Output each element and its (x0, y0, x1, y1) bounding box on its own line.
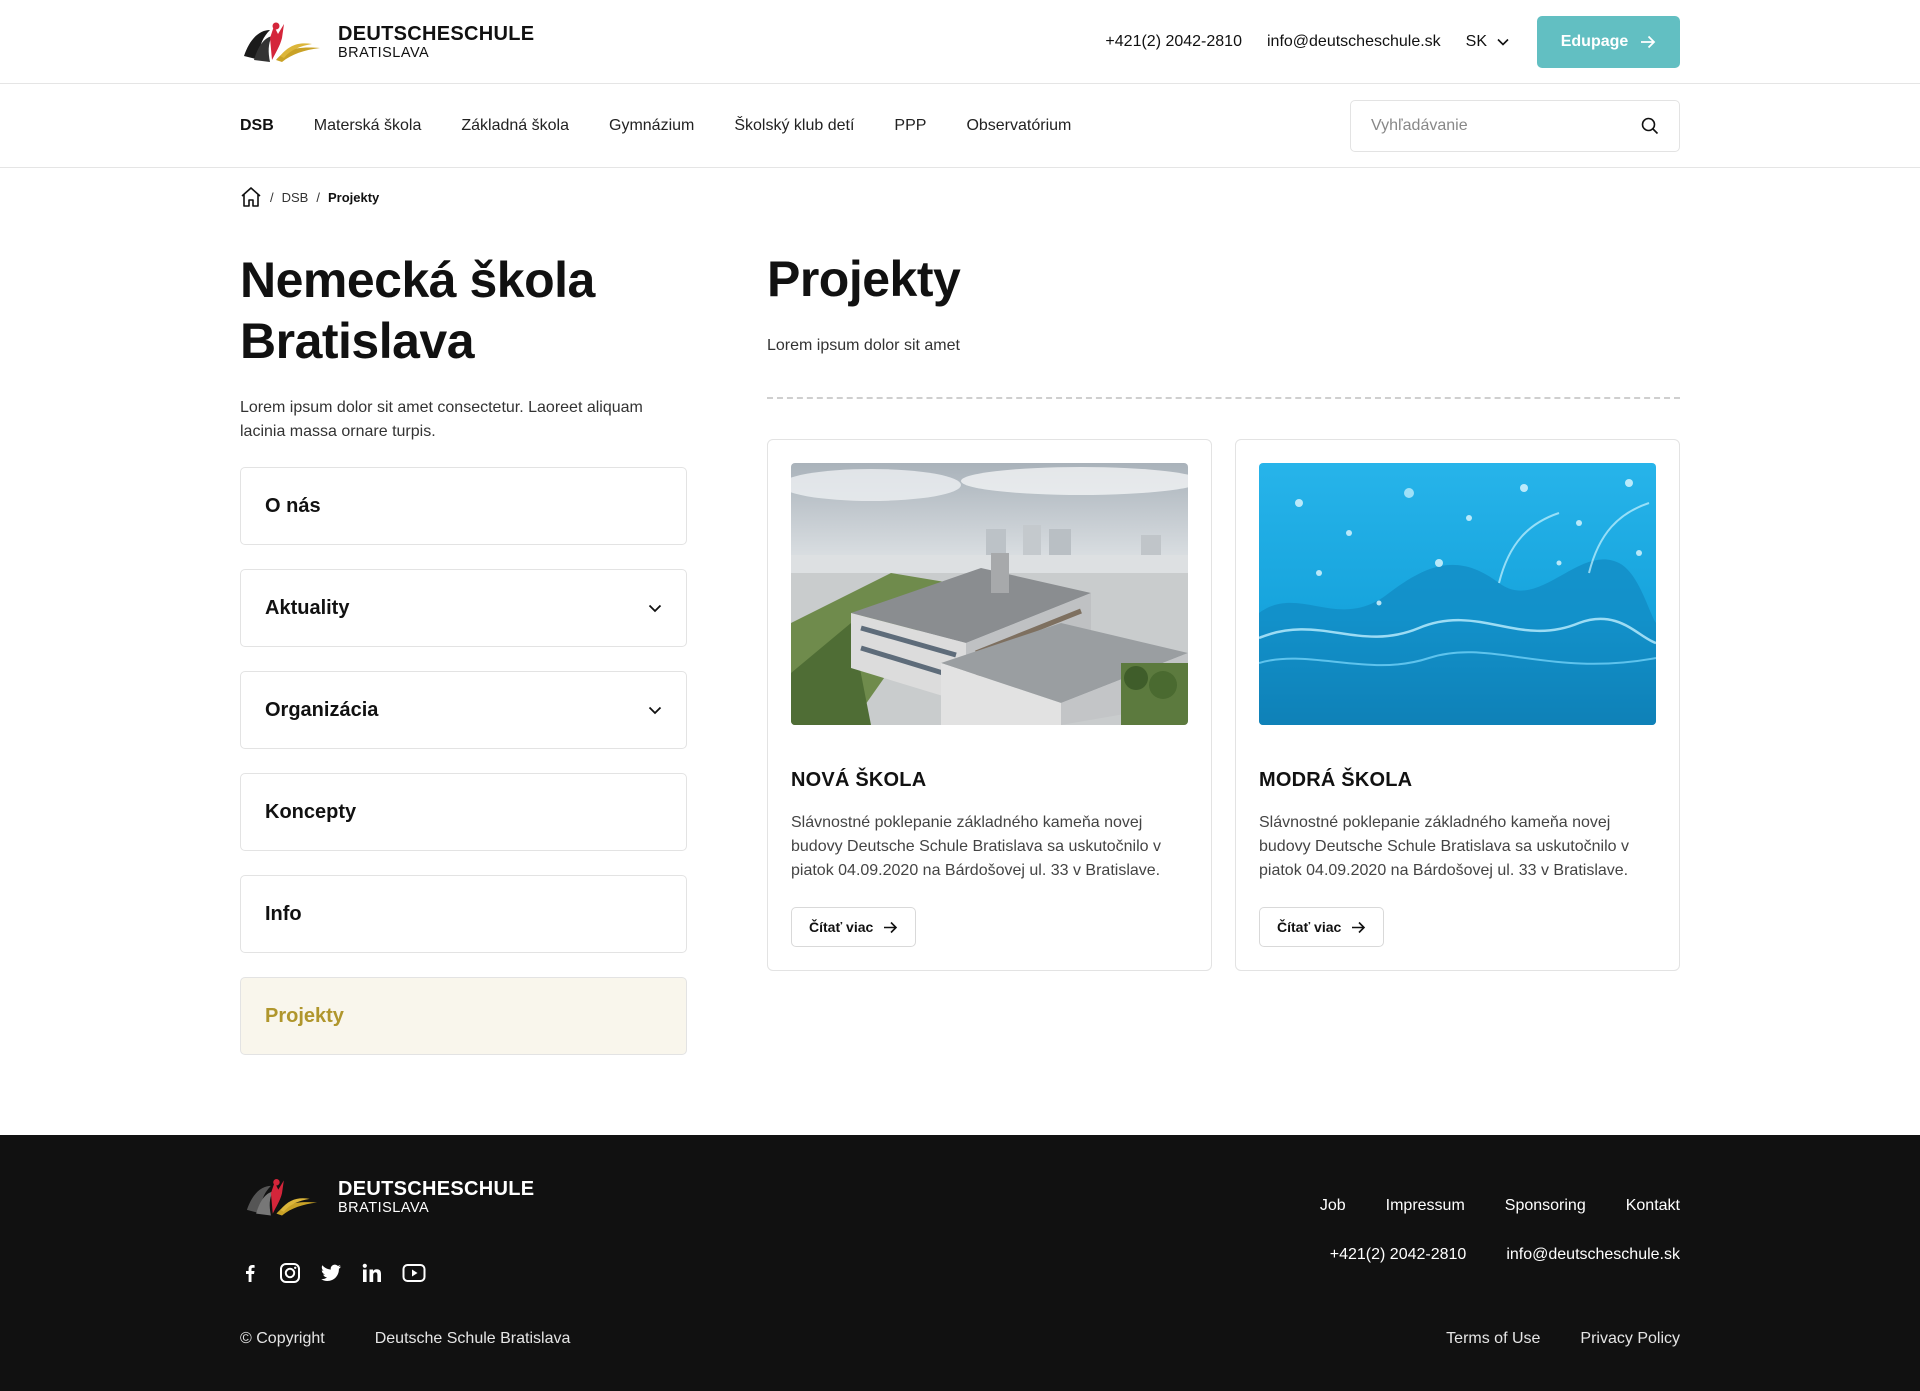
sidebar-item-organizacia[interactable]: Organizácia (240, 671, 687, 749)
breadcrumb-item-current: Projekty (327, 189, 380, 205)
search-placeholder: Vyhľadávanie (1371, 117, 1468, 134)
sidebar-title: Nemecká škola Bratislava (240, 252, 595, 369)
sidebar-item-info[interactable]: Info (240, 875, 687, 953)
footer-logo[interactable]: DEUTSCHESCHULE BRATISLAVA (240, 1173, 534, 1221)
nav-item-observatorium[interactable]: Observatórium (966, 117, 1071, 135)
read-more-button[interactable]: Čítať viac (791, 907, 917, 947)
footer-link-kontakt[interactable]: Kontakt (1626, 1197, 1680, 1215)
search-input[interactable]: Vyhľadávanie (1350, 100, 1680, 152)
header-email-link[interactable]: info@deutscheschule.sk (1267, 33, 1441, 51)
project-image-school-building[interactable] (791, 463, 1188, 725)
chevron-down-icon (648, 706, 662, 714)
edupage-button[interactable]: Edupage (1537, 16, 1680, 68)
nav-item-materska-skola[interactable]: Materská škola (314, 117, 422, 135)
logo-mark-icon (246, 1179, 318, 1216)
footer-email-link[interactable]: info@deutscheschule.sk (1506, 1246, 1680, 1264)
footer-logo-title: DEUTSCHESCHULE (338, 1177, 535, 1200)
facebook-icon[interactable] (240, 1263, 260, 1283)
chevron-down-icon (1497, 38, 1509, 46)
nav-item-zakladna-skola[interactable]: Základná škola (461, 117, 569, 135)
sidebar-item-label: Info (265, 902, 302, 925)
social-links (240, 1262, 445, 1284)
top-bar: DEUTSCHESCHULE BRATISLAVA +421(2) 2042-2… (0, 0, 1920, 84)
main-navigation: DSB Materská škola Základná škola Gymnáz… (0, 84, 1920, 168)
card-text: Slávnostné poklepanie základného kameňa … (1259, 814, 1629, 879)
breadcrumb-separator: / (316, 189, 320, 205)
copyright-text: © Copyright (240, 1330, 325, 1347)
breadcrumb: / DSB / Projekty (240, 186, 379, 208)
language-label: SK (1465, 33, 1487, 50)
footer-link-impressum[interactable]: Impressum (1386, 1197, 1465, 1215)
logo-subtitle: BRATISLAVA (338, 44, 430, 61)
logo[interactable]: DEUTSCHESCHULE BRATISLAVA (240, 16, 534, 68)
sidebar-item-label: Projekty (265, 1004, 344, 1027)
nav-item-skolsky-klub-deti[interactable]: Školský klub detí (734, 117, 854, 135)
card-title: NOVÁ ŠKOLA (791, 769, 927, 791)
instagram-icon[interactable] (279, 1262, 301, 1284)
company-name: Deutsche Schule Bratislava (374, 1330, 571, 1347)
footer: DEUTSCHESCHULE BRATISLAVA Job Impressum … (0, 1135, 1920, 1391)
home-icon[interactable] (240, 186, 262, 208)
footer-logo-subtitle: BRATISLAVA (338, 1199, 430, 1216)
read-more-label: Čítať viac (1277, 919, 1342, 935)
logo-title: DEUTSCHESCHULE (338, 22, 535, 45)
read-more-button[interactable]: Čítať viac (1259, 907, 1385, 947)
sidebar-item-projekty[interactable]: Projekty (240, 977, 687, 1055)
sidebar-description: Lorem ipsum dolor sit amet consectetur. … (240, 399, 643, 440)
sidebar-item-label: Aktuality (265, 596, 350, 619)
linkedin-icon[interactable] (361, 1262, 383, 1284)
read-more-label: Čítať viac (809, 919, 874, 935)
page-subtitle: Lorem ipsum dolor sit amet (767, 337, 960, 354)
nav-item-ppp[interactable]: PPP (894, 117, 926, 135)
sidebar-item-koncepty[interactable]: Koncepty (240, 773, 687, 851)
footer-phone-link[interactable]: +421(2) 2042-2810 (1330, 1246, 1467, 1264)
arrow-right-icon (884, 921, 898, 933)
project-image-water-splash[interactable] (1259, 463, 1656, 725)
card-text: Slávnostné poklepanie základného kameňa … (791, 814, 1161, 879)
project-card: MODRÁ ŠKOLA Slávnostné poklepanie základ… (1235, 439, 1680, 971)
nav-item-gymnazium[interactable]: Gymnázium (609, 117, 694, 135)
sidebar-item-label: Koncepty (265, 800, 357, 823)
edupage-label: Edupage (1560, 33, 1629, 50)
project-card: NOVÁ ŠKOLA Slávnostné poklepanie základn… (767, 439, 1212, 971)
footer-contact: +421(2) 2042-2810 info@deutscheschule.sk (1290, 1246, 1680, 1264)
dashed-divider (767, 397, 1680, 399)
chevron-down-icon (648, 604, 662, 612)
logo-mark-icon (244, 22, 320, 62)
breadcrumb-item-dsb[interactable]: DSB (282, 190, 309, 205)
arrow-right-icon (1352, 921, 1366, 933)
card-title: MODRÁ ŠKOLA (1259, 769, 1413, 791)
page-title: Projekty (767, 251, 961, 307)
footer-links: Job Impressum Sponsoring Kontakt (1280, 1197, 1680, 1215)
sidebar-item-aktuality[interactable]: Aktuality (240, 569, 687, 647)
footer-copyright: © Copyright Deutsche Schule Bratislava (240, 1330, 620, 1348)
youtube-icon[interactable] (402, 1263, 426, 1283)
sidebar-item-o-nas[interactable]: O nás (240, 467, 687, 545)
footer-link-sponsoring[interactable]: Sponsoring (1505, 1197, 1586, 1215)
arrow-right-icon (1641, 35, 1656, 49)
terms-of-use-link[interactable]: Terms of Use (1446, 1330, 1540, 1348)
footer-link-job[interactable]: Job (1320, 1197, 1346, 1215)
privacy-policy-link[interactable]: Privacy Policy (1580, 1330, 1680, 1348)
sidebar-item-label: O nás (265, 494, 321, 517)
search-icon[interactable] (1641, 117, 1659, 135)
language-selector[interactable]: SK (1466, 33, 1509, 51)
sidebar-item-label: Organizácia (265, 698, 379, 721)
twitter-icon[interactable] (320, 1263, 342, 1283)
nav-item-dsb[interactable]: DSB (240, 117, 274, 135)
header-phone-link[interactable]: +421(2) 2042-2810 (1105, 33, 1242, 51)
breadcrumb-separator: / (270, 189, 274, 205)
footer-legal: Terms of Use Privacy Policy (1406, 1330, 1680, 1348)
